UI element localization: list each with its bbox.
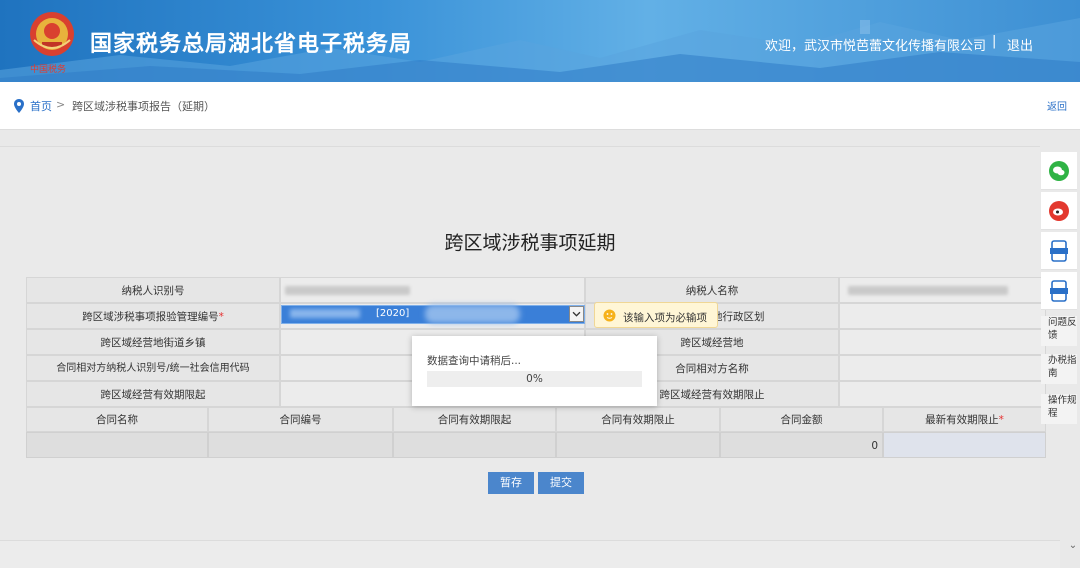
redacted-value [425, 305, 520, 323]
required-mark: * [998, 414, 1004, 426]
site-header: 中国税务 国家税务总局湖北省电子税务局 欢迎，武汉市悦芭蕾文化传播有限公司 | … [0, 0, 1080, 82]
tooltip-text: 该输入项为必输项 [623, 312, 707, 324]
welcome-text: 欢迎，武汉市悦芭蕾文化传播有限公司 [765, 39, 987, 54]
breadcrumb-separator: > [56, 98, 66, 111]
back-link[interactable]: 返回 [1047, 98, 1067, 113]
business-place-value [839, 329, 1046, 355]
header-separator: | [992, 34, 997, 49]
app-button[interactable] [1041, 272, 1077, 310]
contract-cell-end[interactable] [556, 432, 720, 458]
page-footer-strip [0, 540, 1060, 568]
chevron-down-icon[interactable] [569, 306, 584, 322]
contract-header-latest-end: 最新有效期限止* [883, 407, 1046, 432]
contract-header-name: 合同名称 [26, 407, 208, 432]
contract-cell-latest-end[interactable] [883, 432, 1046, 458]
app-icon [1050, 240, 1068, 262]
form-title: 跨区域涉税事项延期 [444, 232, 616, 254]
street-town-label: 跨区域经营地街道乡镇 [26, 329, 280, 355]
counterpart-id-label: 合同相对方纳税人识别号/统一社会信用代码 [26, 355, 280, 381]
submit-button[interactable]: 提交 [538, 472, 584, 494]
wechat-button[interactable] [1041, 152, 1077, 190]
counterpart-name-value [839, 355, 1046, 381]
contract-cell-amount[interactable]: 0 [720, 432, 883, 458]
contract-header-start: 合同有效期限起 [393, 407, 556, 432]
mgmt-no-label-text: 跨区域涉税事项报验管理编号 [82, 311, 219, 323]
feedback-button[interactable]: 问题反馈 [1041, 316, 1077, 346]
breadcrumb: 首页 > 跨区域涉税事项报告（延期） 返回 [0, 82, 1080, 130]
warning-face-icon [603, 309, 616, 322]
logout-link[interactable]: 退出 [1007, 35, 1033, 54]
taxpayer-name-value [839, 277, 1046, 303]
app-button[interactable] [1041, 232, 1077, 270]
location-pin-icon [14, 99, 24, 113]
contract-header-end: 合同有效期限止 [556, 407, 720, 432]
breadcrumb-home-link[interactable]: 首页 [30, 98, 52, 114]
taxpayer-id-label: 纳税人识别号 [26, 277, 280, 303]
taxpayer-name-label: 纳税人名称 [585, 277, 839, 303]
emblem-subtitle: 中国税务 [30, 65, 67, 75]
contract-header-number: 合同编号 [208, 407, 393, 432]
validity-start-label: 跨区域经营有效期限起 [26, 381, 280, 407]
redacted-value [290, 309, 360, 318]
contract-cell-name[interactable] [26, 432, 208, 458]
progress-bar: 0% [427, 371, 642, 387]
loading-message: 数据查询中请稍后... [427, 355, 522, 367]
progress-text: 0% [526, 373, 543, 385]
tax-guide-button[interactable]: 办税指南 [1041, 354, 1077, 384]
taxpayer-id-value [280, 277, 585, 303]
required-tooltip: 该输入项为必输项 [594, 302, 718, 328]
mgmt-no-label: 跨区域涉税事项报验管理编号* [26, 303, 280, 329]
contract-header-amount: 合同金额 [720, 407, 883, 432]
breadcrumb-current: 跨区域涉税事项报告（延期） [72, 100, 215, 113]
site-title: 国家税务总局湖北省电子税务局 [90, 32, 413, 57]
contract-cell-number[interactable] [208, 432, 393, 458]
save-draft-button[interactable]: 暂存 [488, 472, 534, 494]
wechat-icon [1049, 161, 1069, 181]
contract-cell-start[interactable] [393, 432, 556, 458]
validity-end-value [839, 381, 1046, 407]
scroll-down-icon[interactable]: ⌄ [1066, 540, 1080, 560]
app-icon [1050, 280, 1068, 302]
weibo-button[interactable] [1041, 192, 1077, 230]
contract-header-latest-end-text: 最新有效期限止 [925, 414, 999, 426]
admin-region-value [839, 303, 1046, 329]
operation-rules-button[interactable]: 操作规程 [1041, 394, 1077, 424]
weibo-icon [1049, 201, 1069, 221]
tax-emblem-icon [30, 12, 74, 56]
required-mark: * [218, 311, 224, 323]
mgmt-no-select-value: [2020] [376, 308, 410, 319]
loading-modal: 数据查询中请稍后... 0% [412, 336, 657, 406]
